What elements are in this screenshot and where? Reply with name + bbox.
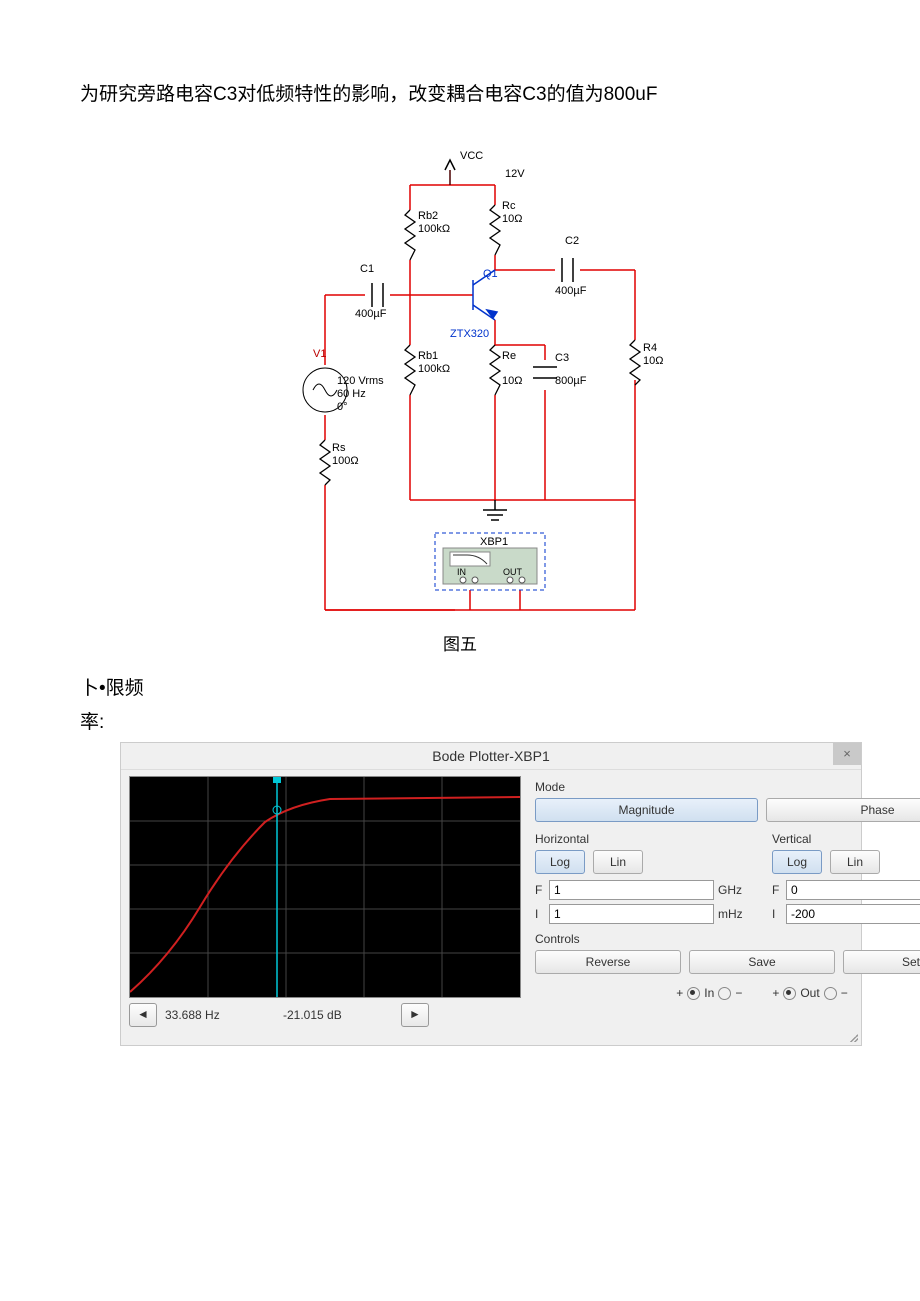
intro-paragraph: 为研究旁路电容C3对低频特性的影响，改变耦合电容C3的值为800uF (80, 80, 840, 110)
bode-plotter-window: Bode Plotter-XBP1 × (120, 742, 862, 1046)
save-button[interactable]: Save (689, 950, 835, 974)
v-initial-input[interactable] (786, 904, 920, 924)
q1-model: ZTX320 (450, 328, 489, 340)
v-final-input[interactable] (786, 880, 920, 900)
v1-l1: 120 Vrms (337, 375, 384, 387)
vcc-value: 12V (505, 168, 525, 180)
c2-name: C2 (565, 235, 579, 247)
q1-name: Q1 (483, 268, 498, 280)
v-lin-button[interactable]: Lin (830, 850, 880, 874)
bode-titlebar: Bode Plotter-XBP1 × (121, 743, 861, 770)
cursor-gain: -21.015 dB (283, 1008, 393, 1022)
in-label: In (704, 986, 714, 1000)
c1-value: 400µF (355, 308, 386, 320)
out-minus-radio[interactable] (824, 987, 837, 1000)
controls-label: Controls (535, 932, 920, 946)
in-minus-radio[interactable] (718, 987, 731, 1000)
h-final-label: F (535, 883, 545, 897)
out-label: Out (800, 986, 819, 1000)
rc-value: 10Ω (502, 213, 522, 225)
magnitude-button[interactable]: Magnitude (535, 798, 758, 822)
r4-name: R4 (643, 342, 657, 354)
rs-name: Rs (332, 442, 345, 454)
h-final-unit: GHz (718, 883, 752, 897)
rb2-name: Rb2 (418, 210, 438, 222)
in-plus-radio[interactable] (687, 987, 700, 1000)
body-line-2: 率: (80, 709, 840, 738)
v-log-button[interactable]: Log (772, 850, 822, 874)
close-button[interactable]: × (833, 743, 861, 765)
h-initial-input[interactable] (549, 904, 714, 924)
xbp-in: IN (457, 568, 466, 578)
resize-grip[interactable] (121, 1035, 861, 1045)
cursor-prev-button[interactable]: ◄ (129, 1003, 157, 1027)
in-polarity-group: + In − (676, 986, 742, 1000)
bode-plot-area (129, 776, 521, 998)
cursor-next-button[interactable]: ► (401, 1003, 429, 1027)
c2-value: 400µF (555, 285, 586, 297)
r4-value: 10Ω (643, 355, 663, 367)
body-line-1: 卜•限频 (80, 675, 840, 704)
circuit-diagram: VCC 12V Rc 10Ω Rb2 100kΩ C1 400µF C2 400… (235, 150, 685, 620)
mode-label: Mode (535, 780, 920, 794)
c3-value: 800µF (555, 375, 586, 387)
h-initial-unit: mHz (718, 907, 752, 921)
vertical-label: Vertical (772, 832, 920, 846)
rb1-value: 100kΩ (418, 363, 450, 375)
reverse-button[interactable]: Reverse (535, 950, 681, 974)
re-name: Re (502, 350, 516, 362)
v1-name: V1 (313, 348, 326, 360)
rs-value: 100Ω (332, 455, 359, 467)
v-final-label: F (772, 883, 782, 897)
rb2-value: 100kΩ (418, 223, 450, 235)
c1-name: C1 (360, 263, 374, 275)
v-initial-label: I (772, 907, 782, 921)
vcc-label: VCC (460, 150, 483, 162)
h-lin-button[interactable]: Lin (593, 850, 643, 874)
v1-l2: 60 Hz (337, 388, 366, 400)
h-initial-label: I (535, 907, 545, 921)
phase-button[interactable]: Phase (766, 798, 920, 822)
set-button[interactable]: Set... (843, 950, 920, 974)
cursor-frequency: 33.688 Hz (165, 1008, 275, 1022)
horizontal-label: Horizontal (535, 832, 752, 846)
v1-l3: 0° (337, 401, 348, 413)
xbp1-name: XBP1 (480, 536, 508, 548)
re-value: 10Ω (502, 375, 522, 387)
figure-caption: 图五 (80, 630, 840, 655)
c3-name: C3 (555, 352, 569, 364)
h-final-input[interactable] (549, 880, 714, 900)
rb1-name: Rb1 (418, 350, 438, 362)
bode-title: Bode Plotter-XBP1 (432, 748, 550, 764)
out-plus-radio[interactable] (783, 987, 796, 1000)
xbp-out: OUT (503, 568, 522, 578)
h-log-button[interactable]: Log (535, 850, 585, 874)
rc-name: Rc (502, 200, 515, 212)
out-polarity-group: + Out − (772, 986, 847, 1000)
